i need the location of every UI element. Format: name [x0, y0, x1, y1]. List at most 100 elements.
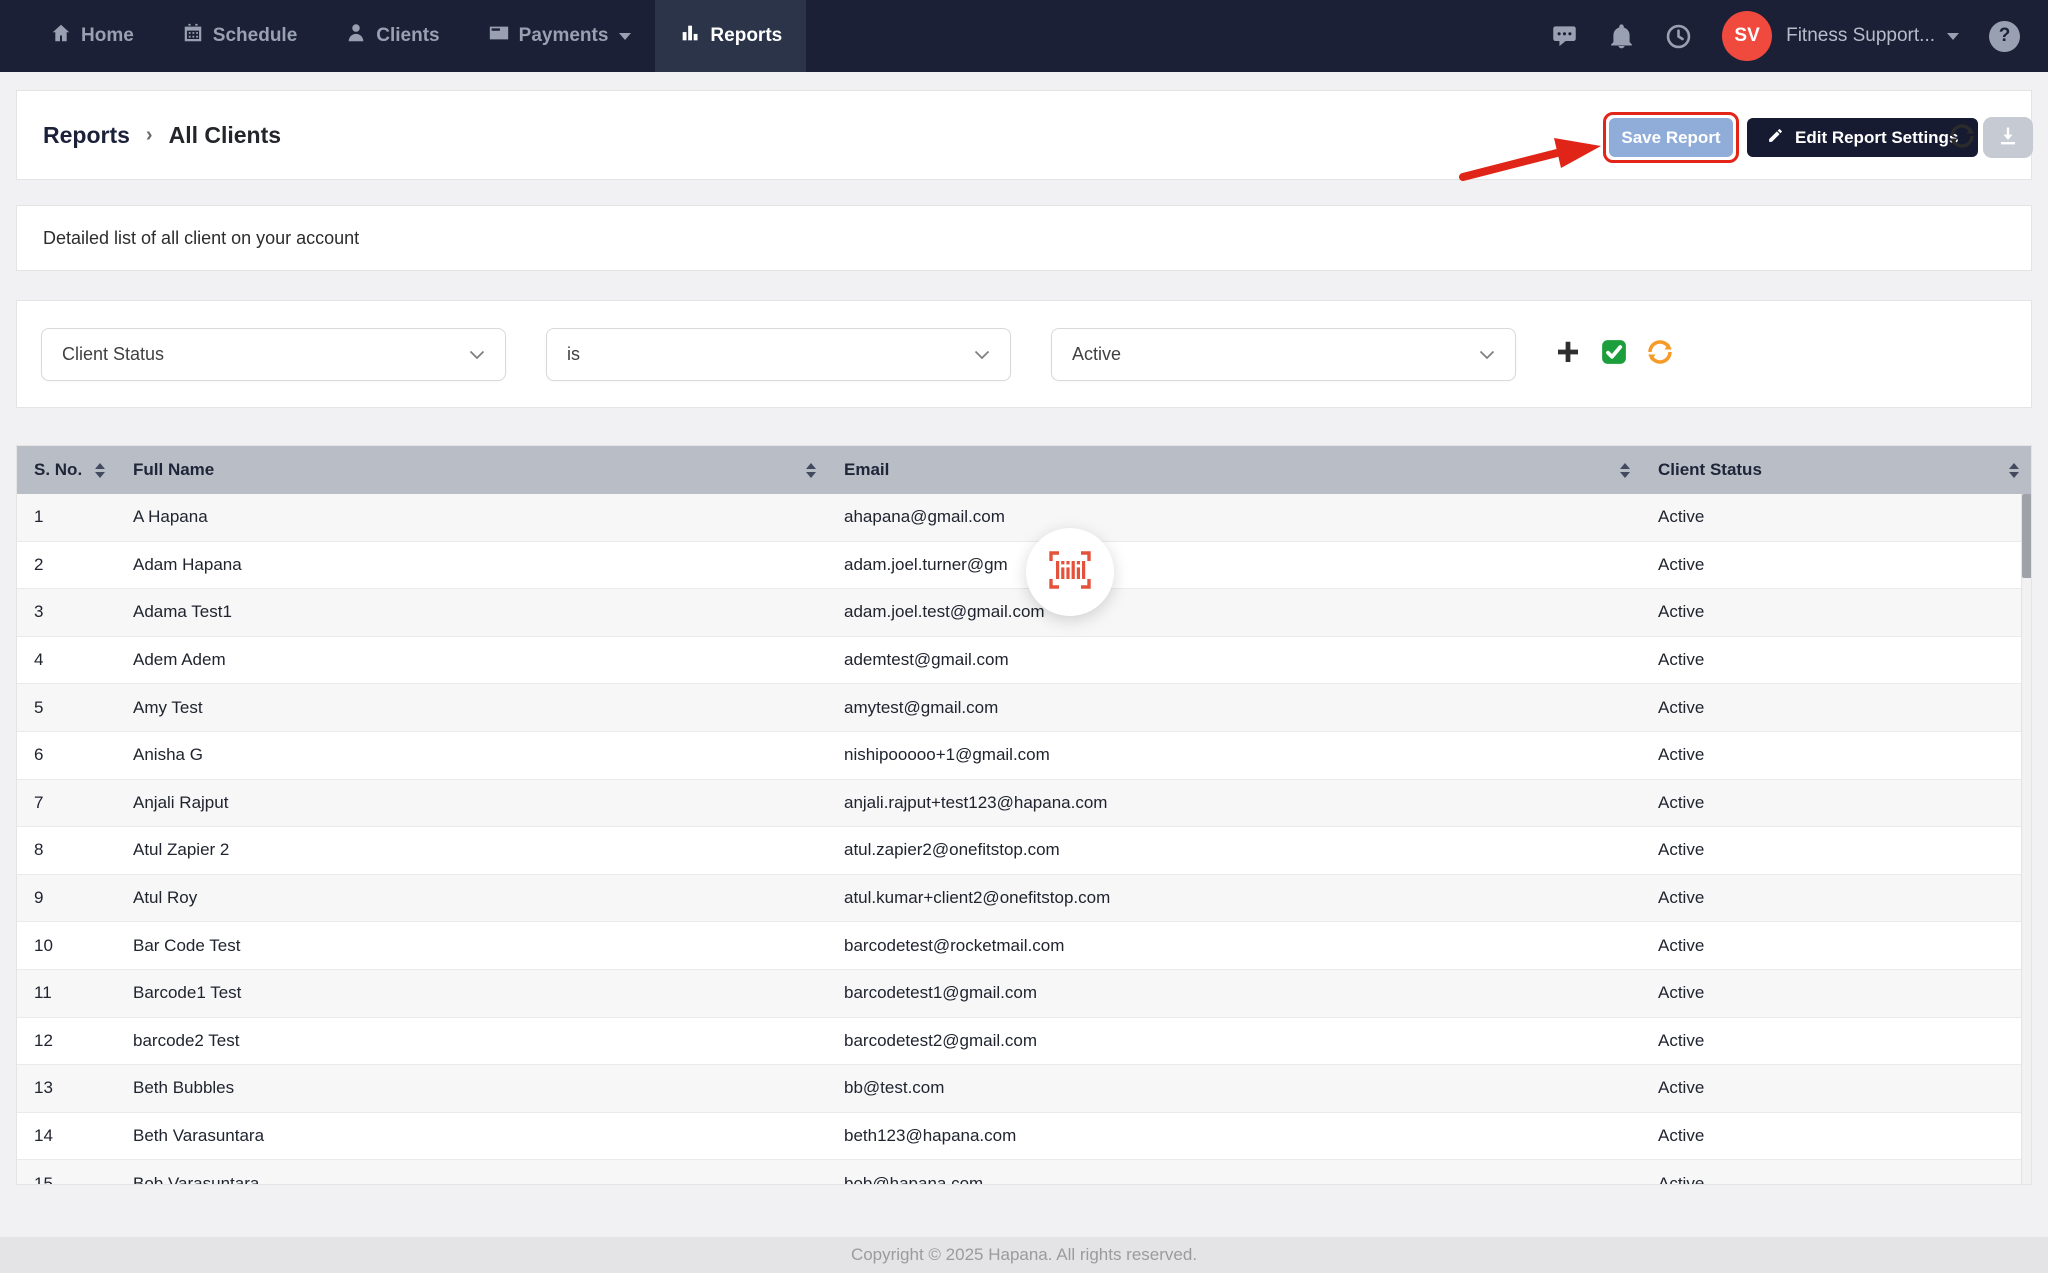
cell-email: barcodetest@rocketmail.com — [828, 936, 1642, 956]
cell-status: Active — [1642, 650, 2031, 670]
avatar[interactable]: SV — [1722, 11, 1772, 61]
filter-value-select[interactable]: Active — [1051, 328, 1516, 381]
chevron-down-icon — [469, 350, 485, 360]
cell-email: atul.zapier2@onefitstop.com — [828, 840, 1642, 860]
nav-item-label: Schedule — [213, 25, 297, 47]
breadcrumb-reports[interactable]: Reports — [43, 122, 130, 149]
filter-field-value: Client Status — [62, 344, 164, 365]
table-row[interactable]: 8Atul Zapier 2atul.zapier2@onefitstop.co… — [17, 827, 2031, 875]
save-report-button[interactable]: Save Report — [1609, 118, 1733, 157]
annotation-arrow — [1455, 133, 1605, 183]
cell-status: Active — [1642, 745, 2031, 765]
edit-report-settings-button[interactable]: Edit Report Settings — [1747, 118, 1978, 157]
column-header-email[interactable]: Email — [828, 446, 1642, 494]
column-label: Client Status — [1658, 460, 1762, 480]
cell-sno: 8 — [17, 840, 117, 860]
cell-email: adam.joel.turner@gm — [828, 555, 1642, 575]
nav-item-label: Clients — [376, 25, 439, 47]
breadcrumb-separator: › — [146, 124, 153, 147]
sort-icon — [2009, 463, 2019, 478]
cell-status: Active — [1642, 793, 2031, 813]
table-row[interactable]: 12barcode2 Testbarcodetest2@gmail.comAct… — [17, 1018, 2031, 1066]
barcode-icon — [1045, 549, 1095, 596]
report-description-card: Detailed list of all client on your acco… — [16, 205, 2032, 271]
column-label: Full Name — [133, 460, 214, 480]
table-scrollbar-track[interactable] — [2021, 494, 2031, 1184]
table-row[interactable]: 15Bob Varasuntarabob@hapana.comActive — [17, 1160, 2031, 1185]
refresh-icon[interactable] — [1947, 121, 1977, 153]
cell-email: ademtest@gmail.com — [828, 650, 1642, 670]
sort-icon — [806, 463, 816, 478]
nav-item-label: Payments — [519, 25, 609, 47]
table-row[interactable]: 9Atul Royatul.kumar+client2@onefitstop.c… — [17, 875, 2031, 923]
cell-name: Adam Hapana — [117, 555, 828, 575]
cell-email: nishipooooo+1@gmail.com — [828, 745, 1642, 765]
cell-sno: 2 — [17, 555, 117, 575]
cell-name: Anjali Rajput — [117, 793, 828, 813]
bell-icon[interactable] — [1608, 23, 1635, 50]
copyright-text: Copyright © 2025 Hapana. All rights rese… — [851, 1245, 1197, 1265]
table-row[interactable]: 11Barcode1 Testbarcodetest1@gmail.comAct… — [17, 970, 2031, 1018]
cell-sno: 4 — [17, 650, 117, 670]
clients-table-card: S. No. Full Name Email Client Status 1A … — [16, 445, 2032, 1185]
table-row[interactable]: 10Bar Code Testbarcodetest@rocketmail.co… — [17, 922, 2031, 970]
cell-status: Active — [1642, 1078, 2031, 1098]
table-row[interactable]: 7Anjali Rajputanjali.rajput+test123@hapa… — [17, 780, 2031, 828]
apply-filter-check-icon[interactable] — [1599, 337, 1629, 367]
help-icon[interactable]: ? — [1989, 21, 2020, 52]
table-row[interactable]: 2Adam Hapanaadam.joel.turner@gmActive — [17, 542, 2031, 590]
cell-name: Bar Code Test — [117, 936, 828, 956]
chevron-down-icon — [974, 350, 990, 360]
cell-status: Active — [1642, 1031, 2031, 1051]
nav-item-home[interactable]: Home — [26, 0, 158, 72]
filter-operator-value: is — [567, 344, 580, 365]
cell-name: Bob Varasuntara — [117, 1174, 828, 1185]
nav-item-reports[interactable]: Reports — [655, 0, 806, 72]
table-row[interactable]: 3Adama Test1adam.joel.test@gmail.comActi… — [17, 589, 2031, 637]
table-row[interactable]: 1A Hapanaahapana@gmail.comActive — [17, 494, 2031, 542]
nav-item-clients[interactable]: Clients — [321, 0, 463, 72]
barcode-scan-button[interactable] — [1026, 528, 1114, 616]
account-menu[interactable]: Fitness Support... — [1786, 25, 1959, 47]
cell-sno: 7 — [17, 793, 117, 813]
clock-icon[interactable] — [1665, 23, 1692, 50]
cell-status: Active — [1642, 936, 2031, 956]
filter-field-select[interactable]: Client Status — [41, 328, 506, 381]
table-scrollbar-thumb[interactable] — [2022, 494, 2032, 578]
cell-status: Active — [1642, 840, 2031, 860]
download-button[interactable] — [1983, 117, 2033, 158]
table-row[interactable]: 6Anisha Gnishipooooo+1@gmail.comActive — [17, 732, 2031, 780]
cell-name: Anisha G — [117, 745, 828, 765]
chat-icon[interactable] — [1551, 23, 1578, 50]
person-icon — [345, 22, 367, 50]
table-row[interactable]: 5Amy Testamytest@gmail.comActive — [17, 684, 2031, 732]
sort-icon — [95, 463, 105, 478]
nav-item-schedule[interactable]: Schedule — [158, 0, 321, 72]
cell-sno: 15 — [17, 1174, 117, 1185]
cell-status: Active — [1642, 602, 2031, 622]
annotation-highlight-box: Save Report — [1603, 112, 1739, 163]
nav-item-payments[interactable]: Payments — [464, 0, 656, 72]
edit-button-label: Edit Report Settings — [1795, 128, 1958, 148]
cell-sno: 6 — [17, 745, 117, 765]
cell-email: bob@hapana.com — [828, 1174, 1642, 1185]
add-filter-icon[interactable] — [1553, 337, 1583, 367]
table-row[interactable]: 13Beth Bubblesbb@test.comActive — [17, 1065, 2031, 1113]
cell-status: Active — [1642, 507, 2031, 527]
cell-email: ahapana@gmail.com — [828, 507, 1642, 527]
column-header-client-status[interactable]: Client Status — [1642, 446, 2031, 494]
chevron-down-icon — [1947, 33, 1959, 40]
cell-status: Active — [1642, 1174, 2031, 1185]
filter-operator-select[interactable]: is — [546, 328, 1011, 381]
filter-value-value: Active — [1072, 344, 1121, 365]
cell-sno: 12 — [17, 1031, 117, 1051]
column-header-full-name[interactable]: Full Name — [117, 446, 828, 494]
nav-item-label: Home — [81, 25, 134, 47]
table-row[interactable]: 4Adem Ademademtest@gmail.comActive — [17, 637, 2031, 685]
cell-sno: 11 — [17, 983, 117, 1003]
cell-name: Amy Test — [117, 698, 828, 718]
column-header-sno[interactable]: S. No. — [17, 446, 117, 494]
table-row[interactable]: 14Beth Varasuntarabeth123@hapana.comActi… — [17, 1113, 2031, 1161]
cell-email: barcodetest1@gmail.com — [828, 983, 1642, 1003]
reset-filter-refresh-icon[interactable] — [1645, 337, 1675, 367]
